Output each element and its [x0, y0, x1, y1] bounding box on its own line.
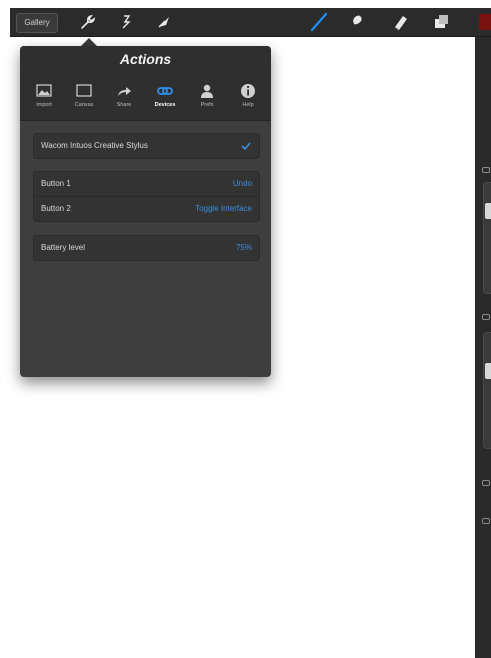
- link-icon: [157, 87, 173, 95]
- brush-icon[interactable]: [308, 11, 330, 33]
- tab-label: Canvas: [74, 102, 94, 108]
- share-icon: [118, 87, 131, 96]
- button-2-value: Toggle Interface: [195, 204, 252, 213]
- tab-label: Prefs: [200, 102, 214, 108]
- checkmark-icon: [241, 141, 251, 151]
- side-sliders: [475, 37, 491, 658]
- tab-label: Import: [36, 102, 52, 108]
- gallery-button[interactable]: Gallery: [16, 13, 58, 33]
- smudge-icon[interactable]: [344, 11, 366, 33]
- image-icon: [36, 84, 52, 97]
- tab-help[interactable]: Help: [229, 82, 267, 108]
- battery-row: Battery level 75%: [34, 236, 259, 260]
- tab-label: Share: [116, 102, 132, 108]
- info-icon: [241, 84, 255, 98]
- tab-canvas[interactable]: Canvas: [65, 82, 103, 108]
- color-swatch[interactable]: [479, 14, 491, 30]
- device-label: Wacom Intuos Creative Stylus: [41, 141, 148, 150]
- button-1-label: Button 1: [41, 179, 71, 188]
- popover-header: Actions Import Canvas Share Devices Pref…: [20, 46, 271, 121]
- layers-icon[interactable]: [430, 11, 452, 33]
- button-1-value: Undo: [232, 179, 252, 188]
- selection-icon[interactable]: [153, 11, 175, 33]
- button-mapping-group: Button 1 Undo Button 2 Toggle Interface: [33, 171, 260, 222]
- tab-label: Devices: [154, 102, 176, 108]
- actions-popover: Actions Import Canvas Share Devices Pref…: [20, 46, 271, 377]
- marker-icon: [482, 167, 490, 173]
- brush-size-knob[interactable]: [485, 203, 491, 219]
- device-group: Wacom Intuos Creative Stylus: [33, 133, 260, 159]
- opacity-slider[interactable]: [483, 332, 491, 449]
- device-row[interactable]: Wacom Intuos Creative Stylus: [34, 134, 259, 158]
- button-2-label: Button 2: [41, 204, 71, 213]
- battery-value: 75%: [235, 243, 252, 252]
- tab-label: Help: [242, 102, 254, 108]
- button-2-row[interactable]: Button 2 Toggle Interface: [34, 196, 259, 221]
- battery-group: Battery level 75%: [33, 235, 260, 261]
- tab-share[interactable]: Share: [105, 82, 143, 108]
- undo-icon[interactable]: [482, 480, 490, 486]
- person-icon: [201, 84, 213, 98]
- canvas-icon: [76, 84, 92, 97]
- button-1-row[interactable]: Button 1 Undo: [34, 172, 259, 196]
- eraser-icon[interactable]: [389, 11, 411, 33]
- redo-icon[interactable]: [482, 518, 490, 524]
- opacity-knob[interactable]: [485, 363, 491, 379]
- top-toolbar: Gallery: [10, 8, 491, 37]
- wrench-icon[interactable]: [76, 11, 98, 33]
- swap-icon[interactable]: [482, 314, 490, 320]
- brush-size-slider[interactable]: [483, 182, 491, 294]
- popover-title: Actions: [119, 51, 172, 67]
- tab-prefs[interactable]: Prefs: [188, 82, 226, 108]
- battery-label: Battery level: [41, 243, 86, 252]
- tab-import[interactable]: Import: [25, 82, 63, 108]
- adjust-icon[interactable]: [115, 11, 137, 33]
- tab-devices[interactable]: Devices: [146, 82, 184, 108]
